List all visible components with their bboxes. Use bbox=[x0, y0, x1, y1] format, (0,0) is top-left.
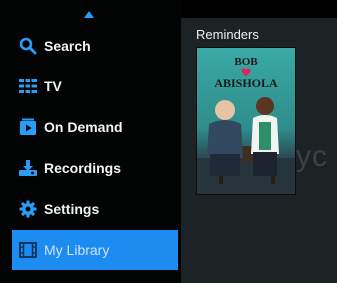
search-icon bbox=[18, 36, 38, 56]
background-text: yc bbox=[296, 140, 328, 173]
sidebar-item-my-library[interactable]: My Library bbox=[12, 230, 178, 270]
film-icon bbox=[18, 240, 38, 260]
sidebar-item-on-demand[interactable]: On Demand bbox=[12, 107, 178, 147]
scroll-up-arrow-icon[interactable] bbox=[84, 11, 94, 18]
sidebar-item-search[interactable]: Search bbox=[12, 26, 178, 66]
sidebar-menu: Search TV On Demand Recordings Settings … bbox=[0, 0, 181, 283]
sidebar-item-label: On Demand bbox=[44, 119, 123, 135]
recordings-icon bbox=[18, 158, 38, 178]
sidebar-item-label: Recordings bbox=[44, 160, 122, 176]
sidebar-item-label: TV bbox=[44, 78, 62, 94]
sidebar-item-label: My Library bbox=[44, 242, 110, 258]
poster-title-line1: BOB bbox=[234, 56, 258, 68]
sidebar-item-recordings[interactable]: Recordings bbox=[12, 148, 178, 188]
gear-icon bbox=[18, 199, 38, 219]
poster-artwork-image bbox=[197, 97, 295, 194]
sidebar-item-settings[interactable]: Settings bbox=[12, 189, 178, 229]
on-demand-icon bbox=[18, 117, 38, 137]
screen: Search TV On Demand Recordings Settings … bbox=[0, 0, 337, 283]
tv-guide-icon bbox=[18, 76, 38, 96]
sidebar-item-label: Search bbox=[44, 38, 91, 54]
section-title: Reminders bbox=[196, 27, 259, 42]
sidebar-item-tv[interactable]: TV bbox=[12, 66, 178, 106]
sidebar-item-label: Settings bbox=[44, 201, 100, 217]
show-poster[interactable]: BOB ABISHOLA bbox=[196, 47, 296, 195]
